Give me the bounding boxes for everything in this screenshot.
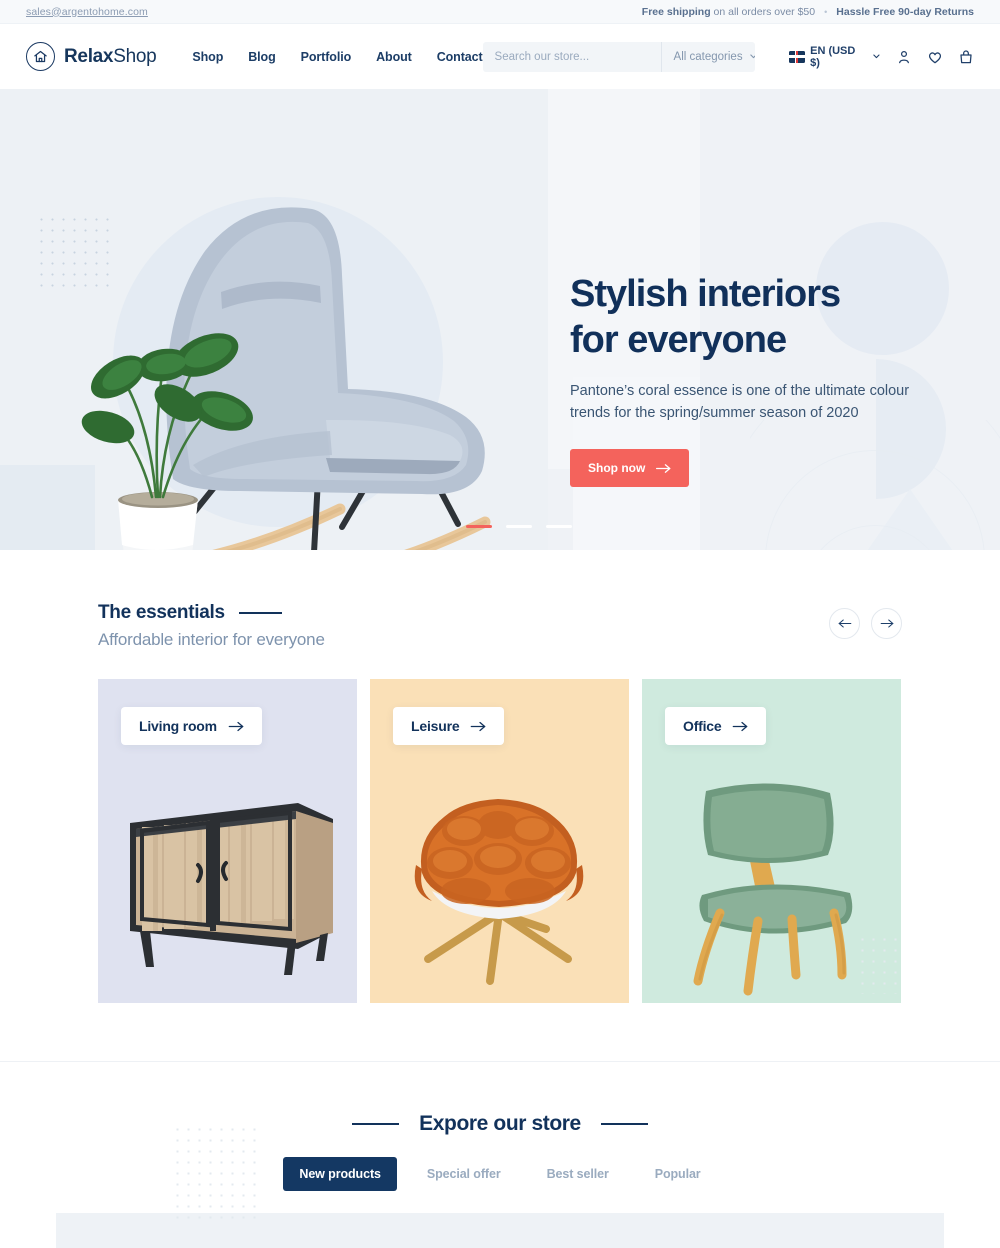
shopping-bag-icon (960, 49, 972, 63)
essentials-heading-group: The essentials Affordable interior for e… (98, 602, 325, 650)
explore-decor-dots (172, 1124, 256, 1220)
free-shipping-message: Free shipping on all orders over $50 (641, 5, 816, 18)
hero-subtitle: Pantone’s coral essence is one of the ul… (570, 383, 910, 421)
arrow-right-icon (228, 721, 244, 731)
site-header: RelaxShop Shop Blog Portfolio About Cont… (0, 24, 1000, 89)
essentials-carousel-controls (829, 602, 902, 639)
tab-popular[interactable]: Popular (639, 1157, 717, 1191)
hero-title-line1: Stylish interiors (570, 273, 841, 315)
main-navigation: Shop Blog Portfolio About Contact (192, 50, 482, 64)
essentials-subtitle: Affordable interior for everyone (98, 630, 325, 649)
arrow-right-icon (656, 463, 671, 473)
essentials-title-rule (238, 611, 282, 615)
essentials-next-button[interactable] (871, 608, 902, 639)
logo-text: RelaxShop (64, 45, 157, 68)
category-card-leisure-label: Leisure (411, 718, 460, 734)
nav-item-blog[interactable]: Blog (248, 50, 275, 64)
essentials-prev-button[interactable] (829, 608, 860, 639)
category-card-office-dots (857, 934, 901, 994)
nav-item-shop[interactable]: Shop (192, 50, 223, 64)
essentials-title-row: The essentials (98, 602, 325, 624)
user-icon (899, 50, 909, 63)
hero-title-line2: for everyone (570, 319, 787, 361)
search-input[interactable] (482, 41, 661, 72)
arrow-right-icon (471, 721, 486, 731)
uk-flag-icon (789, 50, 806, 63)
hero-slide-indicator-2[interactable] (506, 525, 532, 528)
shop-now-label: Shop now (588, 461, 646, 475)
category-card-living-room-button[interactable]: Living room (121, 707, 262, 745)
cart-button[interactable] (958, 49, 974, 65)
category-card-leisure[interactable]: Leisure (370, 679, 629, 1003)
heart-icon (928, 51, 942, 63)
explore-section: Expore our store New products Special of… (0, 1061, 1000, 1248)
account-button[interactable] (896, 49, 912, 65)
nav-item-portfolio[interactable]: Portfolio (301, 50, 352, 64)
orange-lounge-chair-image (414, 799, 584, 985)
arrow-right-icon (733, 721, 748, 731)
announcement-separator: • (824, 6, 828, 17)
category-card-office-label: Office (683, 718, 722, 734)
search-category-label: All categories (673, 50, 743, 63)
nav-item-about[interactable]: About (376, 50, 412, 64)
chevron-down-icon (873, 54, 880, 59)
announcement-bar: sales@argentohome.com Free shipping on a… (0, 0, 1000, 24)
explore-tabs: New products Special offer Best seller P… (0, 1157, 1000, 1191)
explore-title-row: Expore our store (0, 1112, 1000, 1136)
search-category-select[interactable]: All categories (660, 41, 756, 72)
arrow-left-icon (838, 619, 851, 628)
language-currency-select[interactable]: EN (USD $) (789, 45, 881, 69)
returns-message: Hassle Free 90-day Returns (836, 5, 974, 18)
hero-banner: Stylish interiors for everyone Pantone’s… (0, 89, 1000, 550)
category-cards: Living room Leisure Office (98, 679, 902, 1003)
hero-slide-indicator-1[interactable] (466, 525, 492, 528)
header-actions: EN (USD $) (789, 45, 974, 69)
category-card-office-button[interactable]: Office (665, 707, 767, 745)
category-card-living-room-label: Living room (139, 718, 217, 734)
tab-special-offer[interactable]: Special offer (411, 1157, 517, 1191)
explore-rule-right (600, 1122, 648, 1126)
hero-copy: Stylish interiors for everyone Pantone’s… (570, 271, 940, 487)
explore-title: Expore our store (419, 1112, 581, 1135)
essentials-header: The essentials Affordable interior for e… (98, 602, 902, 650)
logo-text-regular: Shop (113, 45, 157, 67)
tab-best-seller[interactable]: Best seller (531, 1157, 625, 1191)
category-card-living-room[interactable]: Living room (98, 679, 357, 1003)
logo[interactable]: RelaxShop (26, 42, 157, 71)
contact-email-link[interactable]: sales@argentohome.com (26, 6, 148, 18)
wood-metal-cabinet-image (130, 803, 333, 975)
house-in-circle-icon (26, 42, 55, 71)
essentials-title: The essentials (98, 602, 225, 623)
hero-title: Stylish interiors for everyone (570, 271, 940, 363)
category-card-leisure-button[interactable]: Leisure (393, 707, 505, 745)
hero-product-image (81, 207, 491, 550)
nav-item-contact[interactable]: Contact (437, 50, 483, 64)
wishlist-button[interactable] (927, 49, 943, 65)
explore-rule-left (352, 1122, 400, 1126)
announcement-messages: Free shipping on all orders over $50 • H… (642, 6, 974, 18)
hero-slider-indicators (466, 525, 572, 528)
language-label: EN (USD $) (810, 44, 856, 69)
shop-now-button[interactable]: Shop now (570, 449, 690, 487)
search-bar: All categories (482, 41, 756, 72)
essentials-section: The essentials Affordable interior for e… (0, 550, 1000, 1003)
hero-slide-indicator-3[interactable] (546, 525, 572, 528)
logo-text-bold: Relax (64, 45, 114, 67)
arrow-right-icon (880, 619, 893, 628)
tab-new-products[interactable]: New products (283, 1157, 397, 1191)
category-card-office[interactable]: Office (642, 679, 901, 1003)
chevron-down-icon (749, 54, 756, 59)
